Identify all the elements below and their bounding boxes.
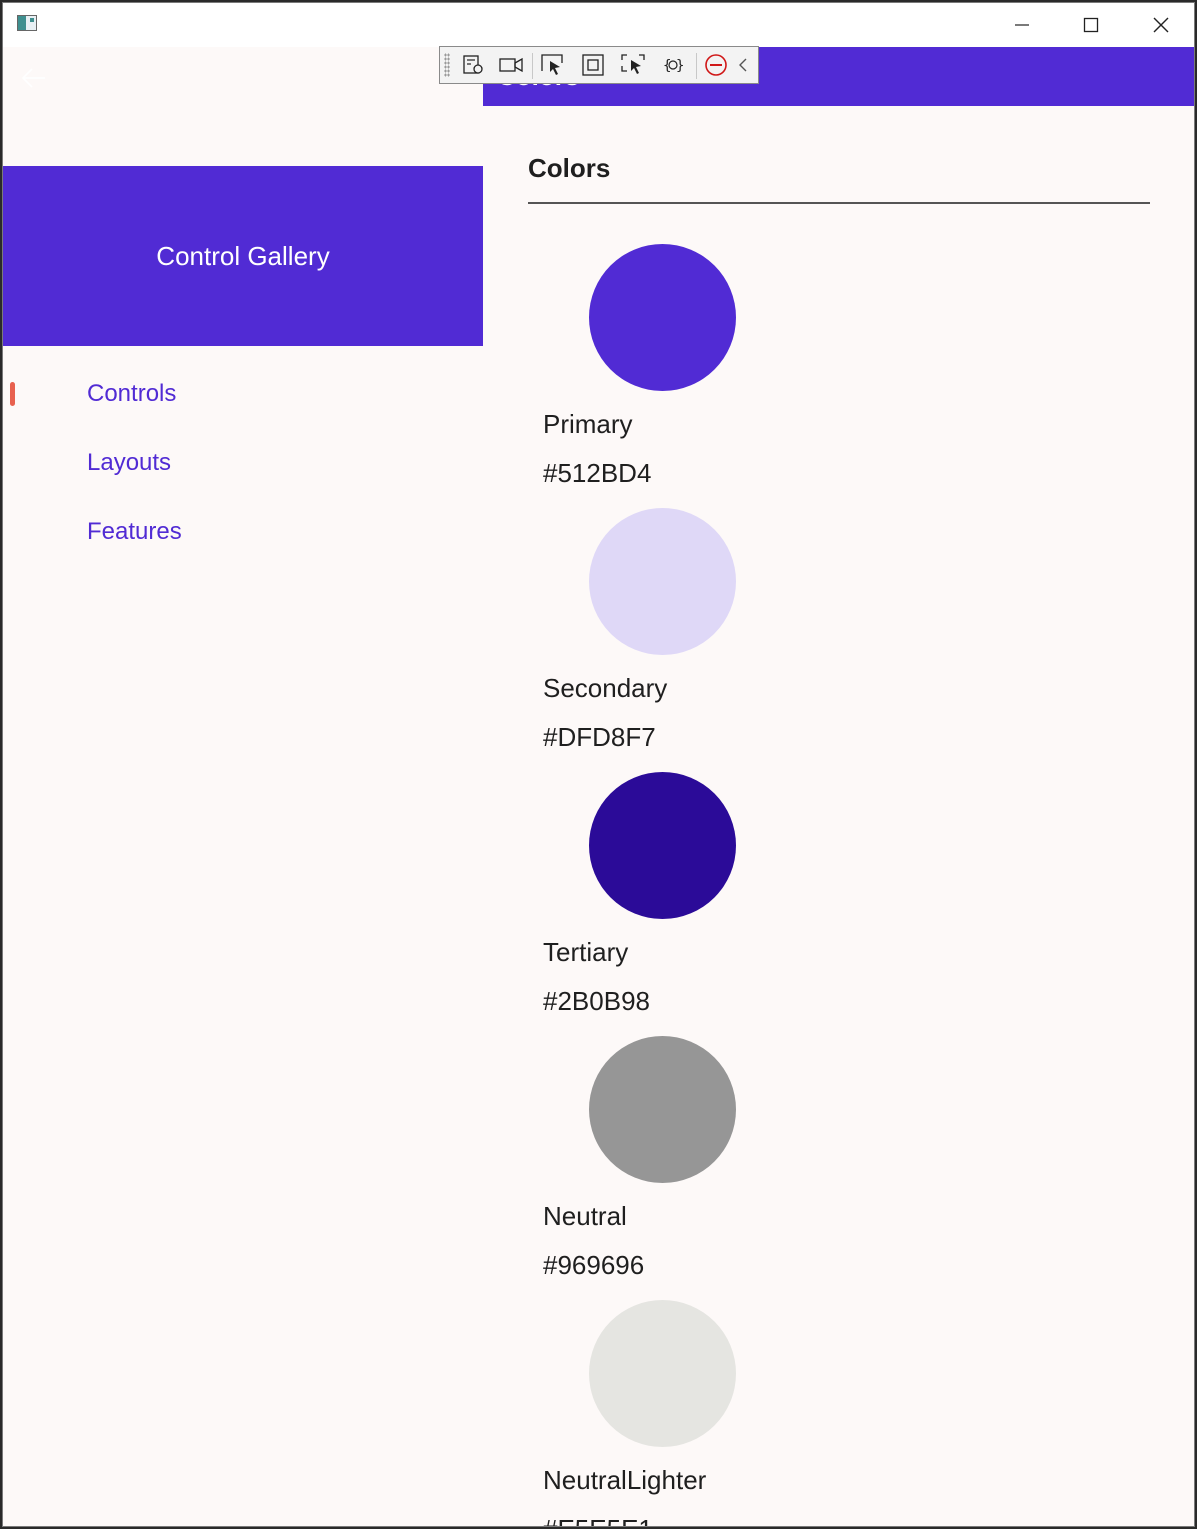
toolbar-separator (532, 53, 533, 79)
stop-icon (705, 54, 727, 76)
app-window-icon (17, 15, 37, 31)
stop-button[interactable] (701, 51, 731, 79)
swatch-name: Tertiary (543, 937, 629, 967)
display-layout-adorners-icon (582, 54, 604, 76)
close-icon (1153, 17, 1169, 33)
flyout-header: Control Gallery (3, 166, 483, 346)
color-swatch: Tertiary #2B0B98 (543, 772, 943, 1012)
title-bar[interactable] (3, 3, 1194, 47)
swatch-hex: #DFD8F7 (543, 722, 656, 748)
app-window: Control Gallery Controls Layouts Feature… (2, 2, 1195, 1527)
display-layout-adorners-button[interactable] (578, 51, 608, 79)
swatch-circle (589, 508, 736, 655)
close-button[interactable] (1126, 3, 1194, 47)
record-button[interactable] (496, 51, 526, 79)
select-element-button[interactable] (538, 51, 568, 79)
xaml-debug-toolbar[interactable]: { } (439, 46, 759, 84)
section-title: Colors (528, 153, 611, 183)
swatch-hex: #969696 (543, 1250, 645, 1276)
live-visual-tree-icon (463, 55, 483, 74)
swatch-circle (589, 1300, 736, 1447)
section-divider (528, 202, 1150, 204)
binding-failures-button[interactable]: { } (658, 51, 688, 79)
back-arrow-icon (21, 68, 45, 88)
swatch-hex: #512BD4 (543, 458, 652, 484)
swatch-name: Secondary (543, 673, 668, 703)
minimize-icon (1015, 24, 1029, 26)
color-swatch: Secondary #DFD8F7 (543, 508, 943, 748)
color-swatch: Neutral #969696 (543, 1036, 943, 1276)
nav-item-layouts[interactable]: Layouts (87, 443, 171, 483)
collapse-toolbar-button[interactable] (732, 51, 754, 79)
flyout-header-title: Control Gallery (156, 240, 330, 271)
minimize-button[interactable] (987, 3, 1057, 47)
record-icon (499, 57, 523, 73)
nav-item-controls[interactable]: Controls (87, 374, 176, 414)
toolbar-separator (696, 53, 697, 79)
maximize-icon (1083, 17, 1099, 33)
swatch-name: Primary (543, 409, 633, 439)
collapse-chevron-icon (739, 58, 747, 72)
toolbar-grip-icon[interactable] (444, 53, 450, 77)
color-swatch: Primary #512BD4 (543, 244, 943, 484)
back-button[interactable] (17, 61, 51, 95)
track-focus-button[interactable] (618, 51, 648, 79)
swatch-circle (589, 1036, 736, 1183)
swatch-hex: #E5E5E1 (543, 1514, 653, 1526)
color-swatch: NeutralLighter #E5E5E1 (543, 1300, 943, 1526)
binding-failures-icon: { } (663, 58, 684, 74)
swatch-name: NeutralLighter (543, 1465, 707, 1495)
swatch-hex: #2B0B98 (543, 986, 650, 1012)
select-element-icon (541, 54, 563, 75)
track-focus-icon (621, 54, 645, 74)
selected-indicator (10, 382, 15, 406)
swatch-circle (589, 772, 736, 919)
svg-text:{: { (663, 58, 671, 74)
nav-item-features[interactable]: Features (87, 512, 182, 552)
swatch-name: Neutral (543, 1201, 627, 1231)
swatch-circle (589, 244, 736, 391)
maximize-button[interactable] (1056, 3, 1126, 47)
live-visual-tree-button[interactable] (458, 51, 488, 79)
